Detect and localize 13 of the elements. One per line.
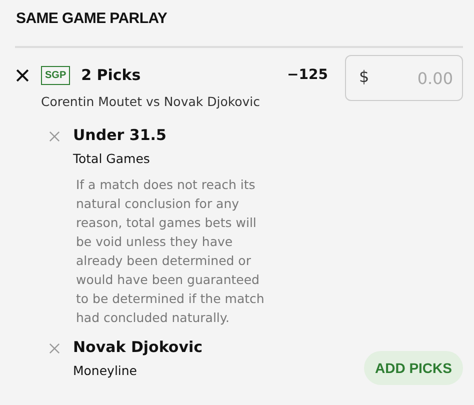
selection-name: Novak Djokovic	[73, 337, 203, 358]
market-name: Total Games	[73, 150, 150, 168]
market-name: Moneyline	[73, 362, 138, 380]
add-picks-button[interactable]: ADD PICKS	[364, 351, 463, 385]
sgp-badge: SGP	[41, 66, 70, 84]
currency-symbol: $	[359, 67, 370, 86]
selection-name: Under 31.5	[73, 125, 166, 146]
odds: −125	[287, 67, 328, 83]
picks-title: 2 Picks	[81, 66, 141, 84]
rule-note: If a match does not reach its natural conclusion for any reason, total games bets will be void unless they have already been determined or would have been guaranteed to be determined if the match had concluded naturally.	[76, 176, 266, 327]
matchup: Corentin Moutet vs Novak Djokovic	[41, 94, 262, 109]
remove-icon[interactable]	[16, 69, 29, 82]
section-title: SAME GAME PARLAY	[16, 9, 168, 29]
